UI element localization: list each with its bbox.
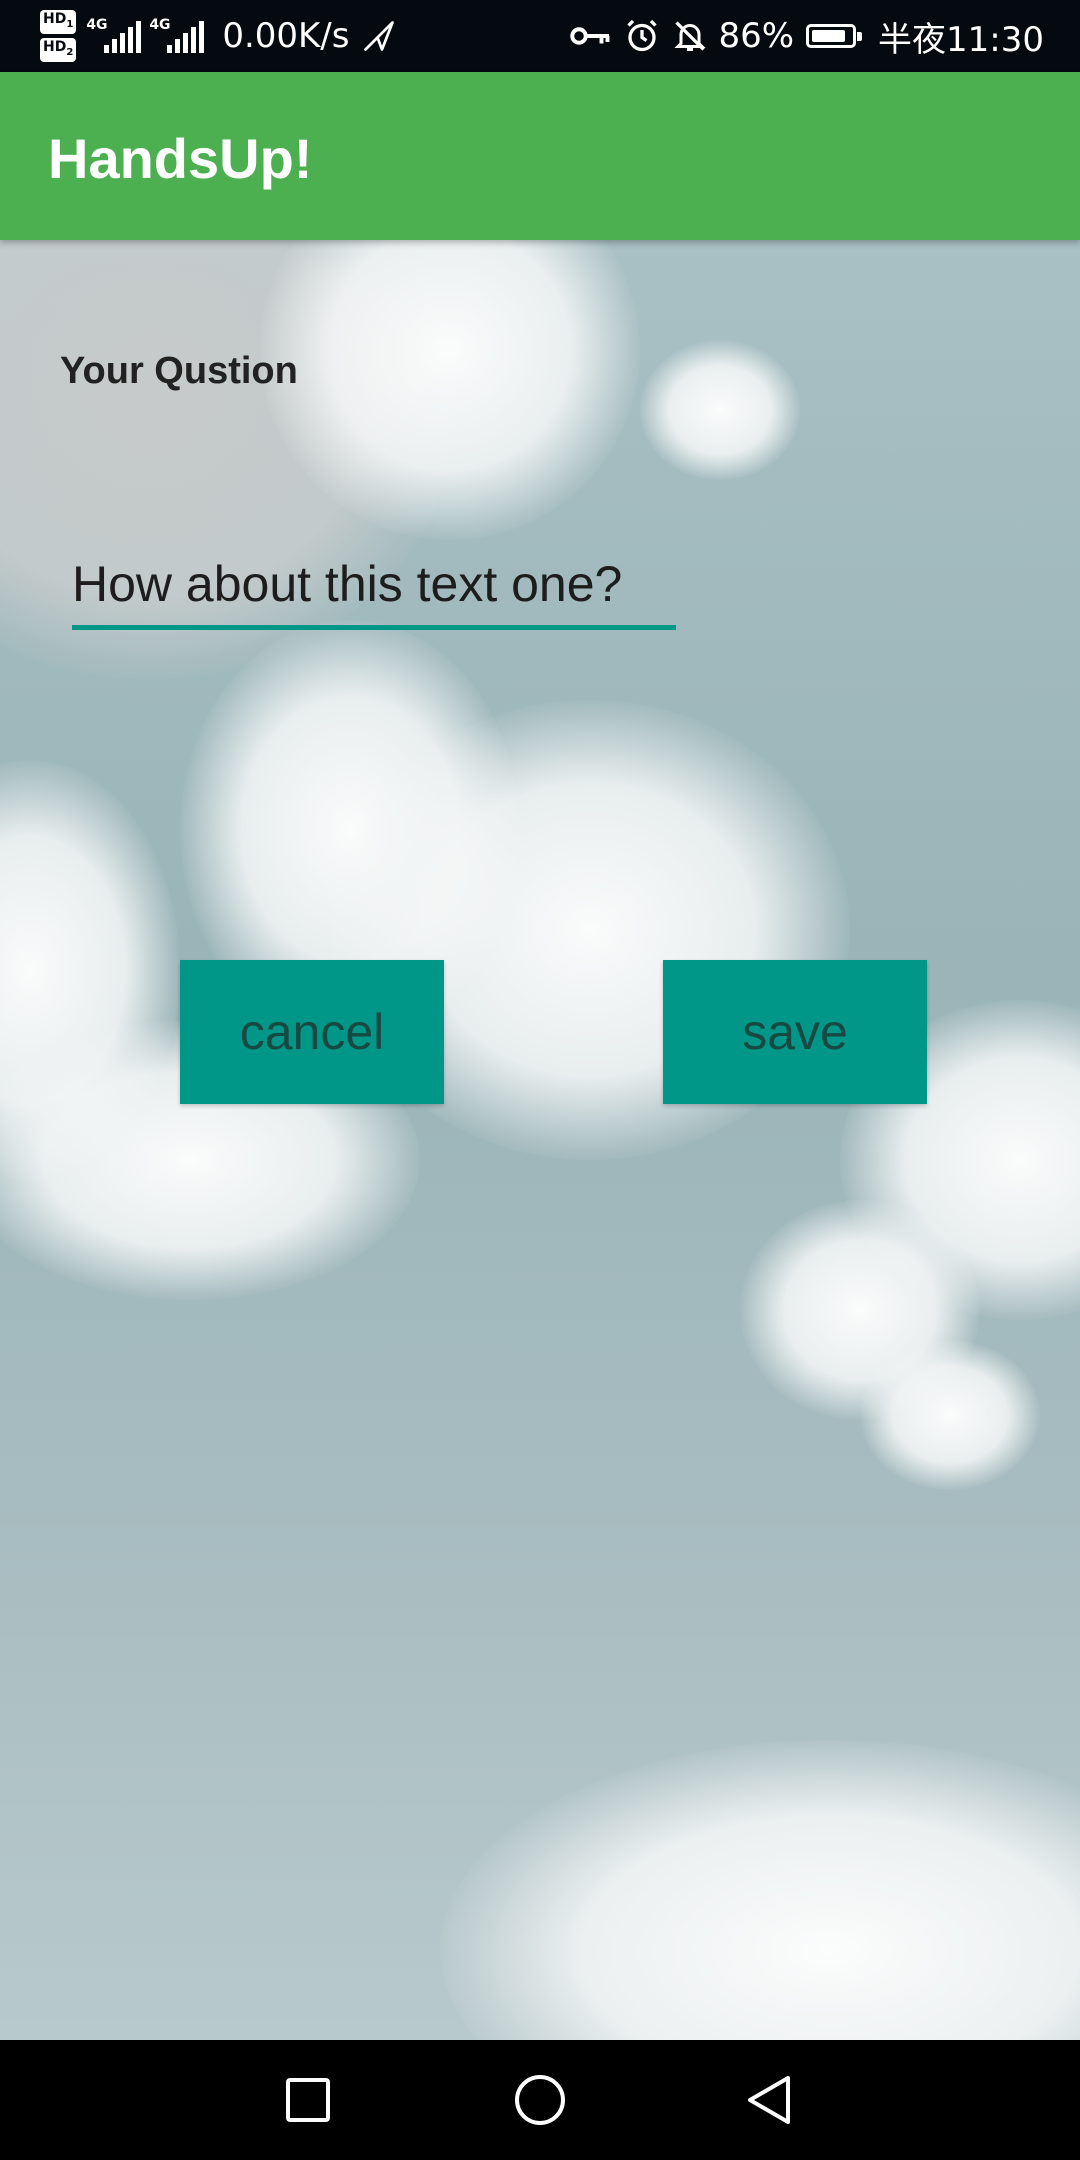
hd-sim1-badge: HD1 — [40, 10, 77, 34]
question-underline — [72, 625, 676, 630]
send-icon — [361, 18, 397, 54]
battery-percent: 86% — [718, 16, 795, 56]
screen: HD1 HD2 4G 4G 0.00K/s 86% 半夜11:30 HandsU… — [0, 0, 1080, 2160]
save-button[interactable]: save — [663, 960, 927, 1104]
signal-sim2-icon: 4G — [149, 17, 205, 53]
recents-button[interactable] — [278, 2070, 338, 2130]
cancel-button[interactable]: cancel — [180, 960, 444, 1104]
network-type-sim2: 4G — [149, 17, 171, 33]
status-bar-right: 86% 半夜11:30 — [558, 12, 1044, 61]
key-icon — [570, 21, 612, 51]
navigation-bar — [0, 2040, 1080, 2160]
content-area: Your Qustion cancel save — [0, 240, 1080, 2040]
home-button[interactable] — [510, 2070, 570, 2130]
battery-fill — [812, 30, 846, 42]
question-input[interactable] — [72, 546, 676, 622]
network-type-sim1: 4G — [86, 17, 108, 33]
status-bar: HD1 HD2 4G 4G 0.00K/s 86% 半夜11:30 — [0, 0, 1080, 72]
recents-square-icon — [286, 2078, 330, 2122]
hd-sim2-badge: HD2 — [40, 38, 77, 62]
back-button[interactable] — [740, 2070, 800, 2130]
app-bar: HandsUp! — [0, 72, 1080, 240]
alarm-icon — [624, 18, 660, 54]
back-triangle-icon — [748, 2076, 790, 2124]
home-circle-icon — [515, 2075, 565, 2125]
clock: 半夜11:30 — [878, 19, 1044, 60]
status-bar-left: HD1 HD2 4G 4G 0.00K/s — [40, 8, 397, 64]
question-field[interactable] — [72, 546, 676, 630]
signal-sim1-icon: 4G — [86, 17, 142, 53]
app-title: HandsUp! — [48, 127, 313, 190]
hd-indicators: HD1 HD2 — [40, 8, 77, 64]
question-label: Your Qustion — [60, 350, 298, 392]
network-speed: 0.00K/s — [222, 16, 350, 56]
battery-icon — [806, 24, 863, 48]
bell-off-icon — [672, 18, 708, 54]
